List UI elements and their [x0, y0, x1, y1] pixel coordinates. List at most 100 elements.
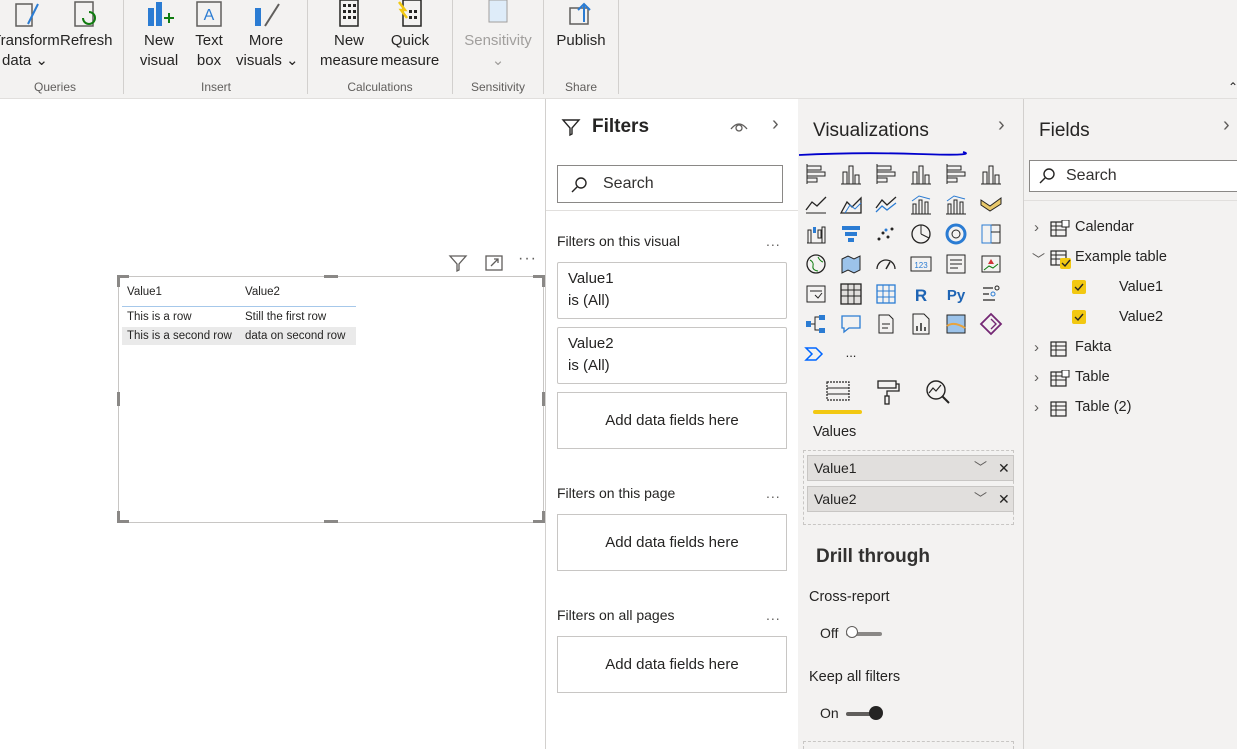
- qa-icon[interactable]: [839, 312, 863, 336]
- funnel-chart-icon[interactable]: [839, 222, 863, 246]
- waterfall-chart-icon[interactable]: [804, 222, 828, 246]
- column-header[interactable]: Value1: [122, 282, 240, 300]
- group-queries-label: Queries: [33, 80, 77, 94]
- line-chart-icon[interactable]: [804, 192, 828, 216]
- collapse-ribbon-icon[interactable]: ⌃: [1228, 80, 1237, 94]
- table-node-table-2[interactable]: › Table (2): [1034, 399, 1131, 417]
- svg-text:123: 123: [914, 261, 928, 270]
- ribbon-separator: [123, 0, 124, 94]
- scatter-chart-icon[interactable]: [874, 222, 898, 246]
- filter-card-state: is (All): [568, 357, 610, 374]
- paginated-report-icon[interactable]: [909, 312, 933, 336]
- filters-on-visual-label: Filters on this visual: [557, 233, 680, 249]
- filter-card-value2[interactable]: Value2 is (All): [557, 327, 787, 384]
- eye-icon[interactable]: [730, 119, 748, 135]
- page-filter-drop-zone[interactable]: Add data fields here: [557, 514, 787, 571]
- fields-tab-icon[interactable]: [825, 379, 851, 403]
- r-script-visual-icon[interactable]: R: [909, 282, 933, 306]
- quick-measure-icon: [398, 0, 422, 27]
- 100-stacked-column-chart-icon[interactable]: [979, 162, 1003, 186]
- table-node-example-table[interactable]: ﹀ Example table: [1032, 249, 1167, 269]
- stacked-column-chart-icon[interactable]: [839, 162, 863, 186]
- resize-handle[interactable]: [324, 275, 338, 278]
- clustered-column-chart-icon[interactable]: [909, 162, 933, 186]
- visual-filter-drop-zone[interactable]: Add data fields here: [557, 392, 787, 449]
- resize-handle[interactable]: [117, 511, 120, 523]
- more-options-icon[interactable]: ...: [766, 233, 781, 249]
- more-visuals-icon[interactable]: ...: [839, 342, 863, 366]
- visual-more-options-icon[interactable]: ···: [518, 250, 537, 268]
- line-and-column-chart-icon[interactable]: [909, 192, 933, 216]
- table-header-row: Value1 Value2: [122, 282, 356, 307]
- map-icon[interactable]: [804, 252, 828, 276]
- text-box-label: Text box: [195, 32, 223, 69]
- collapse-fields-icon[interactable]: ›: [1223, 114, 1230, 137]
- smart-narrative-icon[interactable]: [874, 312, 898, 336]
- focus-mode-icon[interactable]: [484, 253, 504, 273]
- remove-field-icon[interactable]: ✕: [998, 487, 1010, 511]
- fields-search-placeholder: Search: [1066, 167, 1117, 184]
- slicer-icon[interactable]: [804, 282, 828, 306]
- report-filter-drop-zone[interactable]: Add data fields here: [557, 636, 787, 693]
- fields-title: Fields: [1039, 120, 1090, 141]
- area-chart-icon[interactable]: [839, 192, 863, 216]
- filled-map-icon[interactable]: [839, 252, 863, 276]
- filter-card-value1[interactable]: Value1 is (All): [557, 262, 787, 319]
- resize-handle[interactable]: [117, 392, 120, 406]
- card-icon[interactable]: 123: [909, 252, 933, 276]
- arcgis-map-icon[interactable]: [944, 312, 968, 336]
- filters-search-input[interactable]: Search: [557, 165, 783, 203]
- kpi-icon[interactable]: [979, 252, 1003, 276]
- more-options-icon[interactable]: ...: [766, 485, 781, 501]
- svg-text:Py: Py: [947, 287, 966, 304]
- resize-handle[interactable]: [117, 275, 120, 287]
- gauge-icon[interactable]: [874, 252, 898, 276]
- resize-handle[interactable]: [324, 520, 338, 523]
- filter-icon: [561, 119, 581, 137]
- line-and-clustered-column-chart-icon[interactable]: [944, 192, 968, 216]
- table-node-fakta[interactable]: › Fakta: [1034, 339, 1111, 357]
- power-apps-icon[interactable]: [979, 312, 1003, 336]
- ribbon-chart-icon[interactable]: [979, 192, 1003, 216]
- treemap-icon[interactable]: [979, 222, 1003, 246]
- filters-all-pages-label: Filters on all pages: [557, 607, 675, 623]
- matrix-icon[interactable]: [874, 282, 898, 306]
- format-paint-roller-icon[interactable]: [875, 379, 901, 405]
- fields-search-input[interactable]: Search: [1029, 160, 1237, 192]
- column-header[interactable]: Value2: [240, 282, 356, 300]
- remove-field-icon[interactable]: ✕: [998, 456, 1010, 480]
- field-checkbox[interactable]: [1072, 280, 1086, 294]
- table-node-calendar[interactable]: › Calendar: [1034, 219, 1134, 237]
- clustered-bar-chart-icon[interactable]: [874, 162, 898, 186]
- power-automate-icon[interactable]: [804, 342, 828, 366]
- key-influencers-icon[interactable]: [979, 282, 1003, 306]
- group-sensitivity-label: Sensitivity: [470, 80, 526, 94]
- drill-through-drop-zone[interactable]: [803, 741, 1014, 749]
- transform-data-label: Transformdata ⌄: [0, 32, 60, 69]
- search-icon: [571, 177, 587, 193]
- visual-filter-icon[interactable]: [448, 253, 468, 273]
- decomposition-tree-icon[interactable]: [804, 312, 828, 336]
- more-options-icon[interactable]: ...: [766, 607, 781, 623]
- chevron-down-icon[interactable]: ﹀: [974, 487, 987, 511]
- python-visual-icon[interactable]: Py: [944, 282, 968, 306]
- table-node-table[interactable]: › Table: [1034, 369, 1110, 387]
- donut-chart-icon[interactable]: [944, 222, 968, 246]
- chevron-down-icon[interactable]: ﹀: [974, 456, 987, 480]
- sensitivity-icon: [488, 0, 508, 23]
- well-field-label: Value1: [814, 460, 857, 476]
- values-well-value2[interactable]: Value2 ﹀ ✕: [807, 486, 1014, 512]
- collapse-visualizations-icon[interactable]: ›: [998, 114, 1005, 137]
- collapse-filters-icon[interactable]: ›: [772, 113, 779, 136]
- stacked-area-chart-icon[interactable]: [874, 192, 898, 216]
- table-icon[interactable]: [839, 282, 863, 306]
- table-row: This is a second row data on second row: [122, 327, 356, 345]
- svg-text:A: A: [204, 7, 215, 24]
- 100-stacked-bar-chart-icon[interactable]: [944, 162, 968, 186]
- analytics-magnifier-icon[interactable]: [924, 379, 952, 405]
- multi-row-card-icon[interactable]: [944, 252, 968, 276]
- pie-chart-icon[interactable]: [909, 222, 933, 246]
- field-checkbox[interactable]: [1072, 310, 1086, 324]
- stacked-bar-chart-icon[interactable]: [804, 162, 828, 186]
- values-well-value1[interactable]: Value1 ﹀ ✕: [807, 455, 1014, 481]
